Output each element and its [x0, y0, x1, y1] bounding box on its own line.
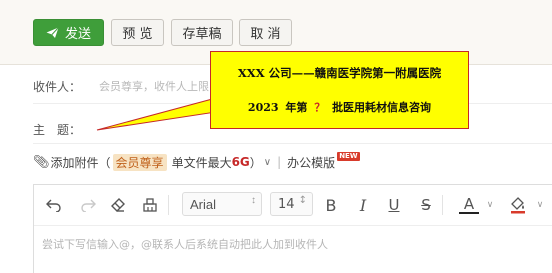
callout-line-2: 2023 年第 ？ 批医用耗材信息咨询 [248, 99, 431, 115]
paren-close: ） [249, 155, 262, 170]
bold-button[interactable]: B [321, 195, 341, 215]
divider: | [277, 155, 282, 169]
cancel-button[interactable]: 取 消 [239, 19, 292, 46]
format-painter-icon[interactable] [140, 195, 160, 215]
preview-button[interactable]: 预 览 [111, 19, 164, 46]
highlight-color-icon[interactable] [508, 195, 528, 215]
new-badge: NEW [337, 151, 360, 161]
font-size-select[interactable]: 14 ↕ [270, 192, 313, 216]
subject-input[interactable] [33, 143, 552, 144]
undo-icon[interactable] [44, 195, 64, 215]
font-family-select[interactable]: Arial ↕ [182, 192, 262, 216]
paren-open: （ [98, 155, 111, 170]
recipient-divider [33, 103, 552, 104]
chevron-updown-icon: ↕ [298, 195, 307, 206]
vip-badge: 会员尊享 [112, 153, 167, 171]
size-limit-value: 6G [231, 155, 250, 169]
chevron-down-icon[interactable]: ∨ [264, 157, 271, 168]
callout-line-1: XXX 公司——赣南医学院第一附属医院 [237, 66, 442, 80]
send-label: 发送 [64, 27, 91, 42]
send-icon [46, 26, 59, 38]
redo-icon[interactable] [78, 195, 98, 215]
underline-button[interactable]: U [384, 195, 404, 215]
size-limit-text: 单文件最大 [171, 155, 232, 170]
italic-button[interactable]: I [353, 195, 373, 215]
font-family-value: Arial [190, 196, 217, 212]
toolbar-separator [168, 195, 169, 215]
paperclip-icon: 📎︎ [33, 154, 50, 170]
toolbar-separator [442, 195, 443, 215]
editor-toolbar: Arial ↕ 14 ↕ B I U S A ∨ ∨ [34, 185, 552, 226]
chevron-down-icon[interactable]: ∨ [480, 195, 500, 215]
save-draft-button[interactable]: 存草稿 [171, 19, 233, 46]
chevron-updown-icon: ↕ [251, 195, 256, 206]
add-attachment-link[interactable]: 添加附件 [51, 154, 99, 171]
eraser-icon[interactable] [108, 195, 128, 215]
recipient-input[interactable]: 会员尊享，收件人上限 [99, 78, 209, 94]
font-size-value: 14 [278, 196, 295, 212]
recipient-label: 收件人： [33, 80, 82, 94]
compose-toolbar: 发送 预 览 存草稿 取 消 [0, 0, 552, 65]
attachment-row: 📎︎ 添加附件 （ 会员尊享 单文件最大 6G ） ∨ | 办公模版 NEW [33, 151, 360, 171]
office-template-link[interactable]: 办公模版 [287, 154, 335, 171]
font-color-button[interactable]: A [459, 195, 479, 214]
subject-label: 主 题： [33, 123, 82, 137]
send-button[interactable]: 发送 [33, 19, 104, 46]
editor-placeholder: 尝试下写信输入@，@联系人后系统自动把此人加到收件人 [42, 238, 328, 251]
chevron-down-icon[interactable]: ∨ [530, 195, 550, 215]
message-editor[interactable]: Arial ↕ 14 ↕ B I U S A ∨ ∨ 尝试下写信输入@，@联系人… [33, 184, 552, 273]
strikethrough-button[interactable]: S [416, 195, 436, 215]
